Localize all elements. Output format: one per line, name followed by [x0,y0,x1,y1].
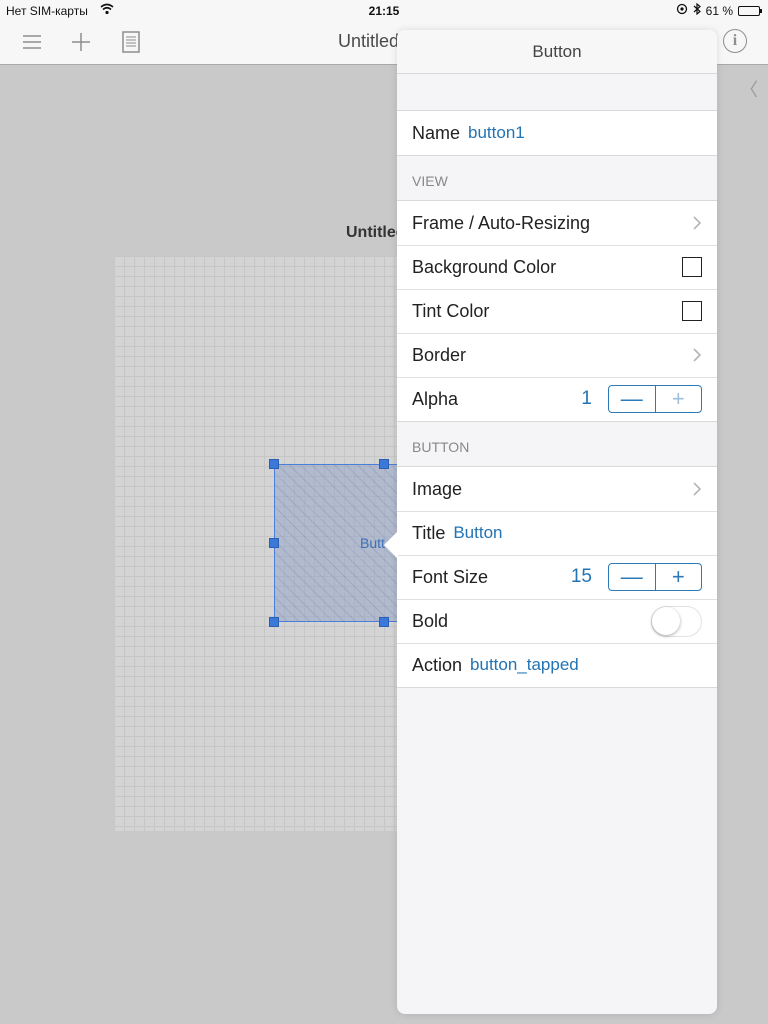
inspector-popover: Button Name button1 VIEW Frame / Auto-Re… [397,30,717,1014]
action-value[interactable]: button_tapped [470,655,579,675]
alpha-increment-button[interactable]: + [654,386,702,412]
font-size-label: Font Size [412,566,489,587]
alpha-label: Alpha [412,388,459,409]
font-size-decrement-button[interactable]: — [609,564,655,590]
title-label: Title [412,522,446,543]
border-row[interactable]: Border [397,333,717,377]
name-group: Name button1 [397,110,717,156]
bold-toggle[interactable] [651,605,702,637]
alpha-decrement-button[interactable]: — [609,386,655,412]
action-row[interactable]: Action button_tapped [397,643,717,687]
orientation-lock-icon [676,3,688,18]
name-label: Name [412,122,461,143]
font-size-stepper: — + [608,563,702,591]
battery-icon [738,5,762,16]
background-color-label: Background Color [412,256,557,277]
selected-button-label: Butt [360,535,385,551]
chevron-right-icon [693,482,702,496]
chevron-right-icon [693,216,702,230]
resize-handle-bottom-left[interactable] [269,617,279,627]
toggle-knob [652,606,680,635]
title-row[interactable]: Title Button [397,511,717,555]
clock: 21:15 [368,4,400,18]
bluetooth-icon [693,2,701,18]
button-section-title: BUTTON [412,439,470,455]
font-size-value: 15 [570,566,592,587]
alpha-value: 1 [581,388,592,409]
popover-title: Button [397,30,717,74]
collapse-chevron-icon[interactable]: 〈 [740,76,758,102]
tint-color-label: Tint Color [412,300,490,321]
name-value[interactable]: button1 [468,123,525,143]
image-row[interactable]: Image [397,467,717,511]
frame-label: Frame / Auto-Resizing [412,212,591,233]
document-icon[interactable] [118,29,144,55]
document-title[interactable]: Untitled [338,31,399,52]
view-group: Frame / Auto-Resizing Background Color T… [397,200,717,422]
frame-row[interactable]: Frame / Auto-Resizing [397,201,717,245]
battery-percent: 61 % [705,3,733,18]
status-bar: Нет SIM-карты 21:15 61 % [0,0,768,20]
resize-handle-top-left[interactable] [269,459,279,469]
background-color-row[interactable]: Background Color [397,245,717,289]
tint-color-row[interactable]: Tint Color [397,289,717,333]
tint-color-swatch[interactable] [682,301,702,321]
resize-handle-top[interactable] [379,459,389,469]
view-section-title: VIEW [412,173,448,189]
alpha-row: Alpha 1 — + [397,377,717,421]
list-icon[interactable] [19,29,45,55]
action-label: Action [412,654,463,675]
background-color-swatch[interactable] [682,257,702,277]
font-size-row: Font Size 15 — + [397,555,717,599]
info-icon[interactable]: i [723,29,747,53]
alpha-stepper: — + [608,385,702,413]
plus-icon[interactable] [68,29,94,55]
chevron-right-icon [693,348,702,362]
border-label: Border [412,344,467,365]
font-size-increment-button[interactable]: + [654,564,702,590]
title-value[interactable]: Button [453,523,502,543]
button-group: Image Title Button Font Size 15 — + Bold… [397,466,717,688]
image-label: Image [412,478,463,499]
bold-row: Bold [397,599,717,643]
popover-arrow [384,531,398,559]
bold-label: Bold [412,610,449,631]
resize-handle-left[interactable] [269,538,279,548]
name-row[interactable]: Name button1 [397,111,717,155]
resize-handle-bottom[interactable] [379,617,389,627]
